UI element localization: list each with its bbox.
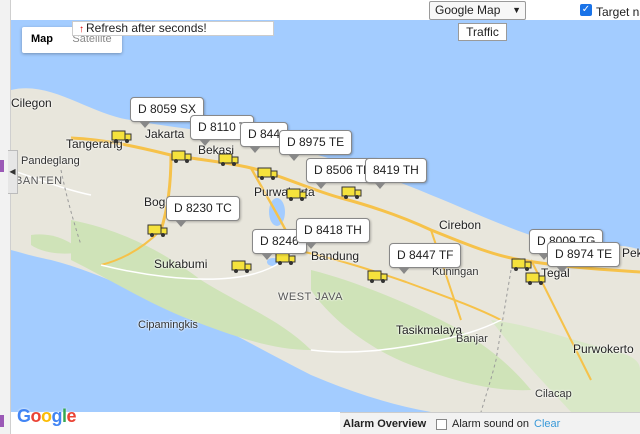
truck-icon[interactable]: [257, 165, 279, 181]
alarm-sound-label: Alarm sound on: [452, 418, 530, 430]
alarm-overview-bar: Alarm Overview Alarm sound on Clear: [340, 412, 640, 434]
refresh-counter-icon: ↑: [79, 24, 84, 35]
side-marker: [0, 415, 4, 427]
alarm-sound-checkbox[interactable]: [436, 419, 447, 430]
map-background: [11, 20, 640, 412]
side-marker: [0, 160, 4, 172]
vehicle-callout[interactable]: D 8975 TE: [279, 130, 353, 161]
map-provider-value: Google Map: [435, 3, 501, 17]
traffic-button[interactable]: Traffic: [458, 23, 507, 41]
place-label: Cipamingkis: [138, 319, 198, 331]
place-label: Jakarta: [145, 127, 185, 141]
truck-icon[interactable]: [367, 268, 389, 284]
map-type-map-button[interactable]: Map: [22, 27, 62, 53]
refresh-notice: ↑ Refresh after seconds!: [72, 21, 274, 36]
left-sidebar-strip: [0, 0, 11, 434]
place-label: WEST JAVA: [278, 291, 344, 303]
place-label: Cilacap: [535, 388, 572, 400]
place-label: Bandung: [311, 249, 360, 263]
place-label: BANTEN: [15, 175, 63, 187]
clear-link[interactable]: Clear: [534, 414, 560, 434]
vehicle-callout[interactable]: 8419 TH: [365, 158, 427, 189]
place-label: Sukabumi: [154, 257, 208, 271]
place-label: Cirebon: [439, 218, 482, 232]
alarm-overview-title: Alarm Overview: [343, 418, 427, 430]
chevron-down-icon: ▼: [512, 5, 521, 15]
place-label: Banjar: [456, 333, 488, 345]
target-name-label: Target na: [596, 5, 640, 19]
vehicle-callout[interactable]: D 8230 TC: [166, 196, 240, 227]
vehicle-callout[interactable]: D 8974 TE: [547, 242, 621, 273]
truck-icon[interactable]: [218, 151, 240, 167]
vehicle-callout[interactable]: D 8447 TF: [389, 243, 462, 274]
truck-icon[interactable]: [111, 128, 133, 144]
refresh-text: Refresh after seconds!: [86, 21, 207, 35]
chevron-left-icon: ◀: [9, 167, 16, 176]
truck-icon[interactable]: [341, 184, 363, 200]
place-label: Cilegon: [11, 96, 52, 110]
truck-icon[interactable]: [147, 222, 169, 238]
collapse-sidebar-button[interactable]: ◀: [8, 150, 18, 194]
place-label: Tasikmalaya: [396, 323, 463, 337]
vehicle-callout[interactable]: D 8418 TH: [296, 218, 370, 249]
target-name-checkbox[interactable]: ✓: [580, 4, 592, 16]
place-label: Purwokerto: [573, 342, 634, 356]
truck-icon[interactable]: [171, 148, 193, 164]
map-canvas[interactable]: Cilegon Tangerang Jakarta Bekasi Pandegl…: [11, 20, 640, 412]
top-control-bar: Google Map ▼ ✓ Target na: [11, 0, 640, 20]
truck-icon[interactable]: [525, 270, 547, 286]
place-label: Pandeglang: [21, 155, 80, 167]
truck-icon[interactable]: [286, 186, 308, 202]
place-label: Pek: [622, 246, 640, 260]
google-logo: Google: [17, 406, 77, 426]
map-provider-select[interactable]: Google Map ▼: [429, 1, 526, 20]
truck-icon[interactable]: [231, 258, 253, 274]
